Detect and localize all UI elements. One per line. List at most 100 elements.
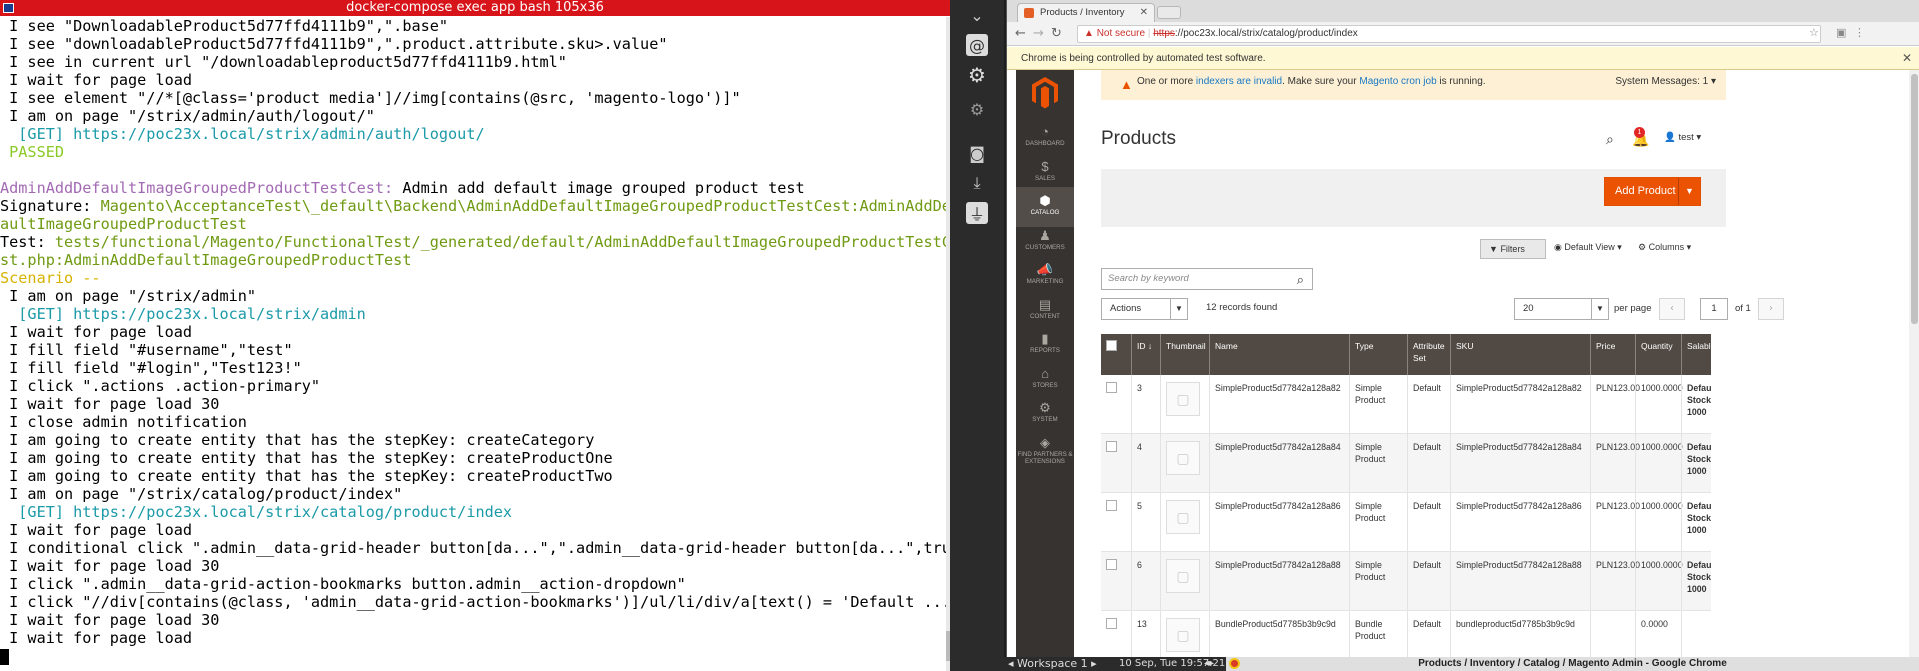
col-sku[interactable]: SKU: [1450, 334, 1590, 375]
cell-id: 4: [1131, 434, 1160, 493]
forward-icon[interactable]: →: [1033, 26, 1044, 41]
table-row[interactable]: 13 ▢ BundleProduct5d7785b3b9c9d Bundle Prod…: [1101, 611, 1711, 657]
download-icon[interactable]: ⤓: [966, 172, 988, 194]
notice-text: One or more: [1137, 76, 1196, 87]
extension-icon[interactable]: ▣: [1836, 26, 1846, 39]
admin-sidebar: ◔ DASHBOARD $ SALES ⬢ CATALOG ♟ CUSTOMERS 📣 MARKE…: [1016, 70, 1074, 657]
close-tab-icon[interactable]: ✕: [1140, 4, 1148, 22]
system-messages-toggle[interactable]: System Messages: 1 ▾: [1615, 70, 1716, 94]
at-icon[interactable]: @: [966, 34, 988, 56]
chevron-down-icon[interactable]: ▼: [1678, 178, 1700, 205]
search-input[interactable]: Search by keyword ⌕: [1101, 268, 1313, 290]
col-salable-quantity[interactable]: Salable Quantity: [1681, 334, 1711, 375]
sidebar-item-label: DASHBOARD: [1025, 140, 1065, 147]
terminal-text: Scenario --: [0, 269, 101, 287]
taskbar: ◂ Workspace 1 ▸ 10 Sep, Tue 19:57:21 ◂▸ …: [1004, 657, 1919, 671]
sidebar-item-label: CONTENT: [1030, 312, 1060, 320]
row-checkbox[interactable]: [1106, 441, 1117, 452]
workspace-switcher[interactable]: ◂ Workspace 1 ▸: [1008, 657, 1097, 671]
warning-icon: ▲: [1120, 77, 1133, 92]
col-type[interactable]: Type: [1349, 334, 1407, 375]
user-menu[interactable]: 👤 test ▾: [1664, 132, 1701, 143]
bookmark-star-icon[interactable]: ☆: [1809, 26, 1819, 39]
thumbnail-cell: ▢: [1160, 552, 1209, 611]
terminal-icon: [3, 3, 14, 13]
default-view-dropdown[interactable]: ◉ Default View ▾: [1554, 242, 1622, 253]
select-all-checkbox[interactable]: [1101, 334, 1131, 375]
browser-menu-icon[interactable]: ⋮: [1854, 26, 1865, 39]
cell-qty: 1000.0000: [1635, 375, 1683, 434]
thumbnail-placeholder-icon[interactable]: ▢: [1166, 559, 1200, 593]
table-row[interactable]: 6 ▢ SimpleProduct5d77842a128a88 Simple Prod…: [1101, 552, 1711, 611]
thumbnail-placeholder-icon[interactable]: ▢: [1166, 500, 1200, 534]
sidebar-item-label: FIND PARTNERS & EXTENSIONS: [1017, 450, 1073, 465]
terminal-text: [GET] https://poc23x.local/strix/admin: [0, 305, 366, 323]
col-name[interactable]: Name: [1209, 334, 1349, 375]
columns-dropdown[interactable]: ⚙ Columns ▾: [1638, 242, 1691, 253]
search-icon[interactable]: ⌕: [1606, 132, 1614, 148]
terminal-text: I see "DownloadableProduct5d77ffd4111b9"…: [0, 17, 449, 35]
indexers-link[interactable]: indexers are invalid: [1196, 76, 1282, 87]
not-secure-label[interactable]: Not secure: [1097, 28, 1145, 39]
terminal-text: I click "//div[contains(@class, 'admin__…: [0, 593, 946, 611]
col-id[interactable]: ID ↓: [1131, 334, 1160, 375]
search-icon[interactable]: ⌕: [1297, 270, 1304, 290]
warning-icon: ▲: [1084, 28, 1094, 39]
back-icon[interactable]: ←: [1015, 26, 1026, 41]
notice-text: . Make sure your: [1282, 76, 1360, 87]
sidebar-item-find[interactable]: ◈ FIND PARTNERS & EXTENSIONS: [1016, 429, 1074, 469]
page-scrollbar[interactable]: [1909, 70, 1919, 657]
camera-icon[interactable]: ◙: [966, 142, 988, 164]
active-window-title[interactable]: Products / Inventory / Catalog / Magento…: [1226, 657, 1919, 671]
terminal-line: I click ".admin__data-grid-action-bookma…: [0, 575, 946, 593]
gear-icon[interactable]: ⚙: [966, 63, 988, 87]
chevron-down-icon[interactable]: ⌄: [966, 4, 988, 26]
url-input[interactable]: ▲ Not secure | https://poc23x.local/stri…: [1077, 25, 1821, 43]
terminal-line: [GET] https://poc23x.local/strix/admin: [0, 305, 946, 323]
new-tab-button[interactable]: [1157, 6, 1181, 19]
cell-set: Default: [1407, 434, 1450, 493]
col-quantity[interactable]: Quantity: [1635, 334, 1681, 375]
browser-tab[interactable]: Products / Inventory ✕: [1017, 3, 1155, 22]
filters-button[interactable]: ▼ Filters: [1480, 239, 1546, 259]
terminal-window[interactable]: docker-compose exec app bash 105x36 I se…: [0, 0, 950, 671]
per-page-select[interactable]: 20 ▼: [1514, 298, 1609, 320]
row-checkbox[interactable]: [1106, 559, 1117, 570]
terminal-text: I click ".actions .action-primary": [0, 377, 321, 395]
reload-icon[interactable]: ↻: [1051, 26, 1062, 41]
add-product-button[interactable]: Add Product ▼: [1604, 177, 1701, 206]
thumbnail-placeholder-icon[interactable]: ▢: [1166, 382, 1200, 416]
row-checkbox[interactable]: [1106, 618, 1117, 629]
page-number-input[interactable]: 1: [1700, 298, 1728, 320]
sidebar-icon: ◈: [1040, 434, 1050, 450]
thumbnail-placeholder-icon[interactable]: ▢: [1166, 441, 1200, 475]
thumbnail-placeholder-icon[interactable]: ▢: [1166, 618, 1200, 652]
table-row[interactable]: 3 ▢ SimpleProduct5d77842a128a82 Simple Prod…: [1101, 375, 1711, 434]
terminal-output[interactable]: I see "DownloadableProduct5d77ffd4111b9"…: [0, 17, 946, 671]
table-row[interactable]: 5 ▢ SimpleProduct5d77842a128a86 Simple Prod…: [1101, 493, 1711, 552]
terminal-line: I wait for page load 30: [0, 395, 946, 413]
magento-logo-icon[interactable]: [1031, 76, 1059, 110]
sidebar-item-label: CUSTOMERS: [1025, 243, 1065, 251]
gears-icon[interactable]: ⚙: [966, 98, 988, 120]
col-attribute-set[interactable]: Attribute Set: [1407, 334, 1450, 375]
plug-icon[interactable]: ⏚: [966, 202, 988, 224]
cell-id: 5: [1131, 493, 1160, 552]
row-checkbox[interactable]: [1106, 382, 1117, 393]
sidebar-icon: ⚙: [1039, 400, 1051, 415]
actions-select[interactable]: Actions ▼: [1101, 298, 1188, 320]
row-checkbox[interactable]: [1106, 500, 1117, 511]
cell-name: BundleProduct5d7785b3b9c9d: [1209, 611, 1349, 657]
col-thumbnail[interactable]: Thumbnail: [1160, 334, 1209, 375]
prev-page-button[interactable]: ‹: [1659, 298, 1685, 320]
terminal-titlebar: docker-compose exec app bash 105x36: [0, 0, 950, 16]
terminal-line: I fill field "#username","test": [0, 341, 946, 359]
terminal-line: aultImageGroupedProductTest: [0, 215, 946, 233]
cell-qty: 1000.0000: [1635, 493, 1683, 552]
cron-job-link[interactable]: Magento cron job: [1359, 76, 1436, 87]
col-price[interactable]: Price: [1590, 334, 1635, 375]
table-row[interactable]: 4 ▢ SimpleProduct5d77842a128a84 Simple Prod…: [1101, 434, 1711, 493]
close-infobar-icon[interactable]: ✕: [1902, 47, 1912, 70]
next-page-button[interactable]: ›: [1758, 298, 1784, 320]
chevron-left-right-icon[interactable]: ◂▸: [1204, 657, 1214, 671]
